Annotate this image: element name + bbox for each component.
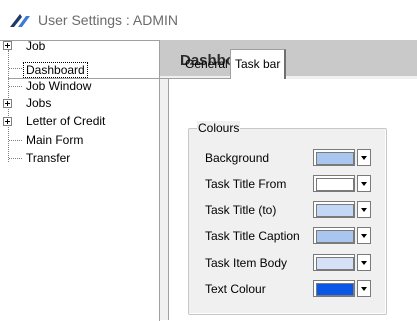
color-swatch[interactable] <box>313 201 355 218</box>
task-title-caption-label: Task Title Caption <box>205 229 300 243</box>
task-title-from-label: Task Title From <box>205 177 287 191</box>
dropdown-arrow-icon[interactable] <box>357 254 371 271</box>
dropdown-arrow-icon[interactable] <box>357 227 371 244</box>
task-title-to-label: Task Title (to) <box>205 203 277 217</box>
expand-icon[interactable] <box>3 99 12 108</box>
tree-connector <box>9 86 22 87</box>
task-title-from-color-picker[interactable] <box>313 175 371 192</box>
tree-item-jobs[interactable]: Jobs <box>24 96 53 110</box>
color-fill <box>316 230 354 243</box>
tab-task-bar[interactable]: Task bar <box>230 49 287 79</box>
color-swatch[interactable] <box>313 227 355 244</box>
color-fill <box>316 152 354 165</box>
color-swatch[interactable] <box>313 254 355 271</box>
tree-connector <box>9 140 22 141</box>
window-title: User Settings : ADMIN <box>38 12 179 28</box>
color-fill <box>316 204 354 217</box>
tree-item-letter-of-credit[interactable]: Letter of Credit <box>24 114 107 128</box>
task-item-body-label: Task Item Body <box>205 256 288 270</box>
color-swatch[interactable] <box>313 280 355 297</box>
text-colour-color-picker[interactable] <box>313 280 371 297</box>
title-bar: User Settings : ADMIN <box>0 0 417 40</box>
tree-item-dashboard[interactable]: Dashboard <box>23 62 88 78</box>
dropdown-arrow-icon[interactable] <box>357 280 371 297</box>
tree-connector <box>9 158 22 159</box>
color-swatch[interactable] <box>313 175 355 192</box>
color-swatch[interactable] <box>313 149 355 166</box>
tree-item-job[interactable]: Job <box>24 39 47 53</box>
tree-item-main-form[interactable]: Main Form <box>24 133 85 147</box>
task-title-to-color-picker[interactable] <box>313 201 371 218</box>
tree-item-transfer[interactable]: Transfer <box>24 151 72 165</box>
dropdown-arrow-icon[interactable] <box>357 149 371 166</box>
expand-icon[interactable] <box>3 41 12 50</box>
task-item-body-color-picker[interactable] <box>313 254 371 271</box>
tree-item-job-window[interactable]: Job Window <box>24 79 93 93</box>
color-fill <box>316 178 354 191</box>
dropdown-arrow-icon[interactable] <box>357 175 371 192</box>
app-logo-icon <box>10 14 30 27</box>
colours-group-label: Colours <box>197 121 241 135</box>
tab-strip-line <box>8 78 257 79</box>
task-title-caption-color-picker[interactable] <box>313 227 371 244</box>
expand-icon[interactable] <box>3 117 12 126</box>
tree-connector <box>9 68 22 69</box>
background-label: Background <box>205 151 270 165</box>
background-color-picker[interactable] <box>313 149 371 166</box>
text-colour-label: Text Colour <box>205 282 266 296</box>
color-fill <box>316 257 354 270</box>
color-fill <box>316 283 354 296</box>
dropdown-arrow-icon[interactable] <box>357 201 371 218</box>
settings-tree[interactable]: Job Dashboard Job Window Jobs Letter of … <box>0 39 160 321</box>
tab-general[interactable]: General <box>181 51 232 77</box>
